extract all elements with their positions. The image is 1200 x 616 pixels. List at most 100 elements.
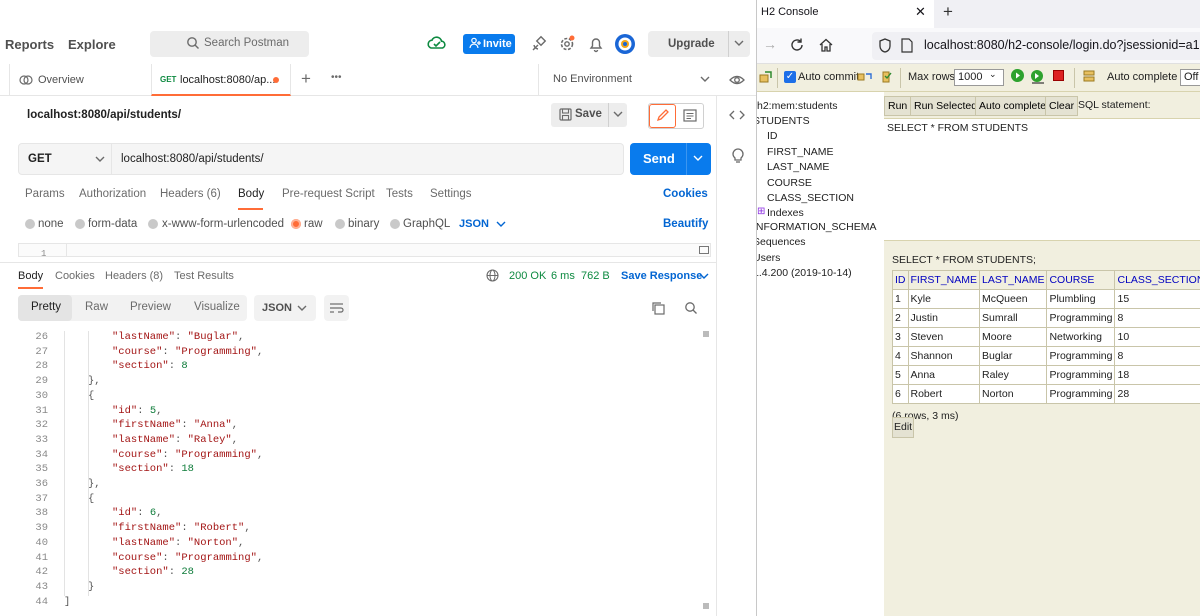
radio-graphql[interactable]: [390, 219, 400, 229]
scrollbar-up[interactable]: [703, 331, 709, 337]
search-input[interactable]: Search Postman: [150, 31, 309, 57]
environment-selector[interactable]: No Environment: [538, 64, 718, 96]
auto-complete-icon[interactable]: [1082, 69, 1096, 88]
max-rows-select[interactable]: 1000 ⌄: [954, 69, 1004, 86]
tree-column-id[interactable]: ID: [767, 130, 778, 142]
response-format-select[interactable]: JSON: [254, 295, 316, 321]
response-size[interactable]: 762 B: [581, 270, 610, 282]
radio-form-data-label[interactable]: form-data: [88, 218, 137, 230]
tree-column-course[interactable]: COURSE: [767, 177, 812, 189]
auto-complete-select[interactable]: Off: [1180, 69, 1200, 86]
tree-users[interactable]: Users: [757, 252, 780, 264]
settings-gear-icon[interactable]: [556, 33, 578, 55]
home-icon[interactable]: [818, 37, 834, 56]
code-snippet-icon[interactable]: [729, 107, 745, 126]
scrollbar-down[interactable]: [703, 603, 709, 609]
nav-explore[interactable]: Explore: [68, 37, 116, 52]
chevron-down-icon[interactable]: [495, 218, 507, 233]
radio-binary[interactable]: [335, 219, 345, 229]
radio-graphql-label[interactable]: GraphQL: [403, 218, 450, 230]
chevron-down-icon[interactable]: [698, 270, 710, 285]
save-response-button[interactable]: Save Response: [621, 270, 702, 282]
chevron-down-icon[interactable]: [692, 152, 704, 167]
run-play-icon[interactable]: [1011, 69, 1024, 82]
edit-doc-toggle[interactable]: [648, 103, 704, 129]
tree-indexes[interactable]: Indexes: [767, 207, 804, 219]
tab-tests[interactable]: Tests: [386, 188, 413, 200]
response-tab-body[interactable]: Body: [18, 270, 43, 282]
wrap-lines-button[interactable]: [324, 295, 349, 321]
copy-icon[interactable]: [651, 301, 665, 318]
tab-settings[interactable]: Settings: [430, 188, 472, 200]
result-column-header[interactable]: COURSE: [1046, 270, 1116, 290]
response-tab-test-results[interactable]: Test Results: [174, 270, 234, 282]
run-button[interactable]: Run: [884, 96, 912, 116]
tab-request[interactable]: GET localhost:8080/ap...: [151, 64, 291, 96]
auto-complete-button[interactable]: Auto complete: [975, 96, 1051, 116]
response-divider[interactable]: [0, 262, 716, 263]
response-time[interactable]: 6 ms: [551, 270, 575, 282]
result-column-header[interactable]: CLASS_SECTION: [1114, 270, 1200, 290]
satellite-icon[interactable]: [528, 33, 550, 55]
run-selected-icon[interactable]: [1030, 69, 1046, 88]
documentation-button[interactable]: [677, 104, 704, 128]
chevron-down-icon[interactable]: [612, 108, 624, 123]
response-tab-cookies[interactable]: Cookies: [55, 270, 95, 282]
tree-column-last-name[interactable]: LAST_NAME: [767, 161, 829, 173]
radio-none[interactable]: [25, 219, 35, 229]
new-tab-plus-icon[interactable]: +: [301, 69, 311, 89]
reload-icon[interactable]: [789, 37, 805, 56]
body-format-select[interactable]: JSON: [459, 218, 489, 230]
rollback-icon[interactable]: [857, 70, 873, 87]
tab-pre-request-script[interactable]: Pre-request Script: [282, 188, 375, 200]
tree-table-students[interactable]: STUDENTS: [757, 115, 810, 127]
result-column-header[interactable]: ID: [892, 270, 909, 290]
page-info-icon[interactable]: [901, 38, 913, 56]
commit-icon[interactable]: [881, 70, 893, 87]
radio-raw-label[interactable]: raw: [304, 218, 323, 230]
clear-button[interactable]: Clear: [1045, 96, 1079, 116]
run-selected-button[interactable]: Run Selected: [910, 96, 982, 116]
notifications-bell-icon[interactable]: [585, 33, 607, 55]
url-input[interactable]: localhost:8080/api/students/: [112, 143, 624, 175]
radio-urlencoded-label[interactable]: x-www-form-urlencoded: [162, 218, 284, 230]
view-preview[interactable]: Preview: [130, 301, 171, 313]
edit-button[interactable]: Edit: [892, 417, 914, 438]
search-icon[interactable]: [684, 301, 698, 318]
method-select[interactable]: GET: [18, 143, 112, 175]
tab-body[interactable]: Body: [238, 188, 264, 200]
result-column-header[interactable]: FIRST_NAME: [907, 270, 981, 290]
lightbulb-icon[interactable]: [730, 146, 746, 167]
upgrade-button[interactable]: Upgrade: [648, 31, 750, 57]
response-body-code[interactable]: 26 "lastName": "Buglar", 27 "course": "Prog…: [18, 331, 706, 616]
cookies-link[interactable]: Cookies: [663, 188, 708, 200]
edit-mode-button[interactable]: [649, 104, 676, 128]
tree-information-schema[interactable]: INFORMATION_SCHEMA: [757, 221, 876, 233]
browser-tab-h2-console[interactable]: H2 Console ✕: [757, 0, 934, 28]
request-name[interactable]: localhost:8080/api/students/: [27, 109, 181, 121]
tree-column-first-name[interactable]: FIRST_NAME: [767, 146, 834, 158]
send-button[interactable]: Send: [630, 143, 711, 175]
chevron-down-icon[interactable]: [733, 37, 745, 52]
invite-button[interactable]: Invite: [463, 34, 515, 54]
status-code[interactable]: 200 OK: [509, 270, 546, 282]
request-body-editor[interactable]: 1: [18, 243, 711, 259]
response-tab-headers[interactable]: Headers (8): [105, 270, 163, 282]
radio-form-data[interactable]: [75, 219, 85, 229]
refresh-tree-icon[interactable]: [759, 70, 773, 87]
forward-arrow-icon[interactable]: →: [763, 36, 777, 52]
tab-params[interactable]: Params: [25, 188, 65, 200]
environment-eye-icon[interactable]: [729, 72, 745, 91]
new-tab-plus-icon[interactable]: +: [943, 2, 953, 22]
nav-reports[interactable]: Reports: [5, 37, 54, 52]
tab-overview[interactable]: Overview: [17, 64, 147, 96]
view-pretty[interactable]: Pretty: [18, 295, 72, 321]
scrollbar-thumb[interactable]: [699, 246, 709, 254]
address-bar[interactable]: localhost:8080/h2-console/login.do?jsess…: [872, 32, 1200, 60]
radio-urlencoded[interactable]: [148, 219, 158, 229]
view-visualize[interactable]: Visualize: [194, 301, 240, 313]
tree-sequences[interactable]: Sequences: [757, 236, 806, 248]
radio-raw[interactable]: [291, 219, 301, 229]
radio-binary-label[interactable]: binary: [348, 218, 379, 230]
auto-commit-checkbox[interactable]: ✓: [784, 71, 796, 83]
